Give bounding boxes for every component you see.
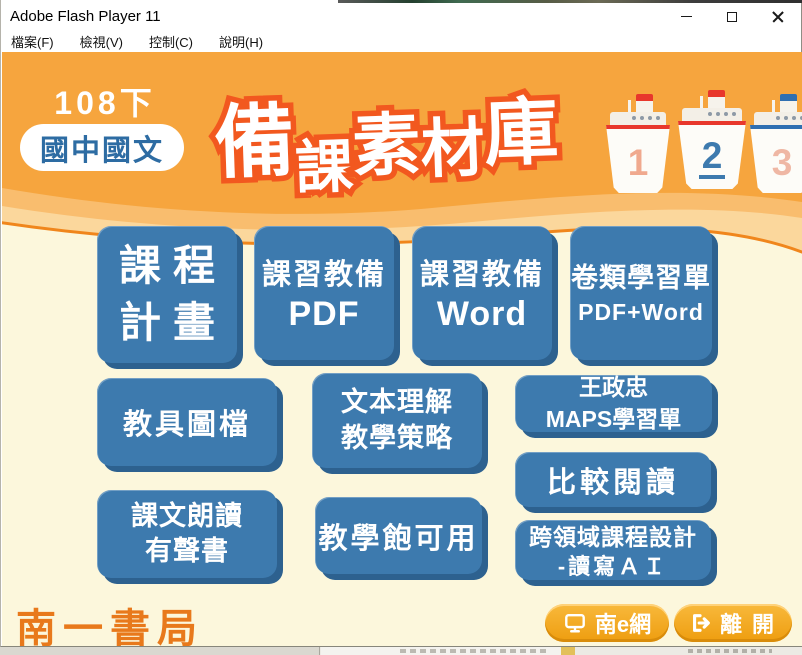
title-char: 庫 bbox=[482, 72, 560, 182]
tile-label: 比較閱讀 bbox=[547, 459, 679, 501]
tile-maps-worksheet[interactable]: 王政忠 MAPS學習單 bbox=[515, 375, 712, 432]
nan-e-net-label: 南e網 bbox=[595, 607, 651, 639]
maximize-icon bbox=[727, 12, 737, 22]
boat-hull-icon: 3 bbox=[750, 125, 802, 193]
boat-hull-icon: 2 bbox=[678, 121, 746, 189]
tile-label: MAPS學習單 bbox=[546, 404, 681, 435]
page-title: 備課素材庫 bbox=[212, 57, 608, 201]
maximize-button[interactable] bbox=[709, 3, 755, 30]
tile-textbook-prep-word[interactable]: 課習教備 Word bbox=[412, 226, 552, 360]
background-sliver-text-smudge bbox=[688, 649, 772, 653]
boat-deck-icon bbox=[682, 108, 742, 121]
window-controls bbox=[663, 3, 801, 30]
menu-file[interactable]: 檔案(F) bbox=[11, 32, 54, 51]
close-button[interactable] bbox=[755, 3, 801, 30]
tile-label: 教學飽可用 bbox=[318, 515, 478, 557]
tile-exam-worksheets[interactable]: 卷類學習單 PDF+Word bbox=[570, 226, 712, 360]
boat-funnel-icon bbox=[780, 94, 797, 114]
nan-e-net-button[interactable]: 南e網 bbox=[545, 604, 669, 642]
boat-funnel-icon bbox=[636, 94, 653, 114]
tile-label: 跨領域課程設計 bbox=[529, 518, 697, 552]
menu-help[interactable]: 說明(H) bbox=[219, 32, 263, 51]
window-title: Adobe Flash Player 11 bbox=[1, 8, 161, 25]
tile-label: 有聲書 bbox=[145, 534, 229, 569]
tile-label: PDF bbox=[289, 293, 360, 336]
titlebar[interactable]: Adobe Flash Player 11 bbox=[1, 3, 801, 30]
boat-deck-icon bbox=[610, 112, 666, 125]
background-window-sliver-bottom bbox=[0, 647, 802, 655]
close-icon bbox=[772, 11, 784, 23]
tile-textbook-prep-pdf[interactable]: 課習教備 PDF bbox=[254, 226, 394, 360]
tile-teaching-bao-ke-yong[interactable]: 教學飽可用 bbox=[315, 497, 482, 574]
tile-label: Word bbox=[437, 293, 527, 336]
subject-label: 國中國文 bbox=[40, 127, 164, 169]
boat-number: 2 bbox=[699, 137, 726, 179]
tile-label: 教具圖檔 bbox=[123, 401, 251, 443]
boat-number: 3 bbox=[772, 144, 793, 181]
title-char: 材 bbox=[419, 96, 486, 190]
tile-comparative-reading[interactable]: 比較閱讀 bbox=[515, 452, 711, 507]
minimize-icon bbox=[681, 16, 692, 17]
background-sliver-left bbox=[0, 647, 320, 655]
tile-label: 教學策略 bbox=[341, 421, 453, 456]
flash-player-window: Adobe Flash Player 11 檔案(F) 檢視(V) 控制(C) … bbox=[0, 0, 802, 647]
exit-label: 離 開 bbox=[720, 607, 776, 639]
boat-deck-icon bbox=[754, 112, 802, 125]
title-char: 素 bbox=[351, 89, 422, 190]
title-char: 備 bbox=[212, 76, 296, 195]
tile-label: 課文朗讀 bbox=[131, 499, 243, 534]
boat-hull-icon: 1 bbox=[606, 125, 670, 193]
tile-label: 計畫 bbox=[107, 295, 227, 352]
tile-text-comprehension[interactable]: 文本理解 教學策略 bbox=[312, 373, 482, 468]
tile-course-plan[interactable]: 課程 計畫 bbox=[97, 226, 237, 363]
menubar: 檔案(F) 檢視(V) 控制(C) 說明(H) bbox=[1, 30, 801, 52]
title-char: 課 bbox=[294, 119, 355, 205]
boat-volume-2-selected[interactable]: 2 bbox=[678, 90, 746, 190]
tile-label: PDF+Word bbox=[578, 295, 704, 330]
screen: Adobe Flash Player 11 檔案(F) 檢視(V) 控制(C) … bbox=[0, 0, 802, 655]
menu-control[interactable]: 控制(C) bbox=[149, 32, 193, 51]
publisher-logo: 南一書局 bbox=[16, 596, 204, 646]
background-sliver-text-smudge bbox=[400, 649, 550, 653]
tile-teaching-aid-images[interactable]: 教具圖檔 bbox=[97, 378, 277, 466]
subject-badge: 國中國文 bbox=[20, 124, 184, 171]
tile-cross-domain-design[interactable]: 跨領域課程設計 -讀寫ＡＩ bbox=[515, 520, 711, 580]
menu-view[interactable]: 檢視(V) bbox=[80, 32, 123, 51]
flash-stage: 1 2 3 bbox=[2, 52, 802, 646]
monitor-icon bbox=[563, 612, 587, 634]
tile-label: 王政忠 bbox=[579, 372, 648, 403]
tile-label: 文本理解 bbox=[341, 385, 453, 420]
background-sliver-yellow-box bbox=[561, 647, 575, 655]
boat-number: 1 bbox=[628, 144, 649, 181]
tile-label: 卷類學習單 bbox=[571, 256, 711, 295]
boat-funnel-icon bbox=[708, 90, 725, 110]
boat-volume-1[interactable]: 1 bbox=[606, 94, 670, 194]
tile-label: 課習教備 bbox=[420, 251, 544, 293]
exit-button[interactable]: 離 開 bbox=[674, 604, 792, 642]
minimize-button[interactable] bbox=[663, 3, 709, 30]
tile-label: 課程 bbox=[107, 238, 227, 295]
semester-label: 108下 bbox=[30, 78, 180, 124]
boat-volume-3[interactable]: 3 bbox=[750, 94, 802, 194]
tile-label: -讀寫ＡＩ bbox=[558, 552, 668, 582]
tile-text-audio-book[interactable]: 課文朗讀 有聲書 bbox=[97, 490, 277, 578]
tile-label: 課習教備 bbox=[262, 251, 386, 293]
exit-arrow-icon bbox=[690, 612, 712, 634]
